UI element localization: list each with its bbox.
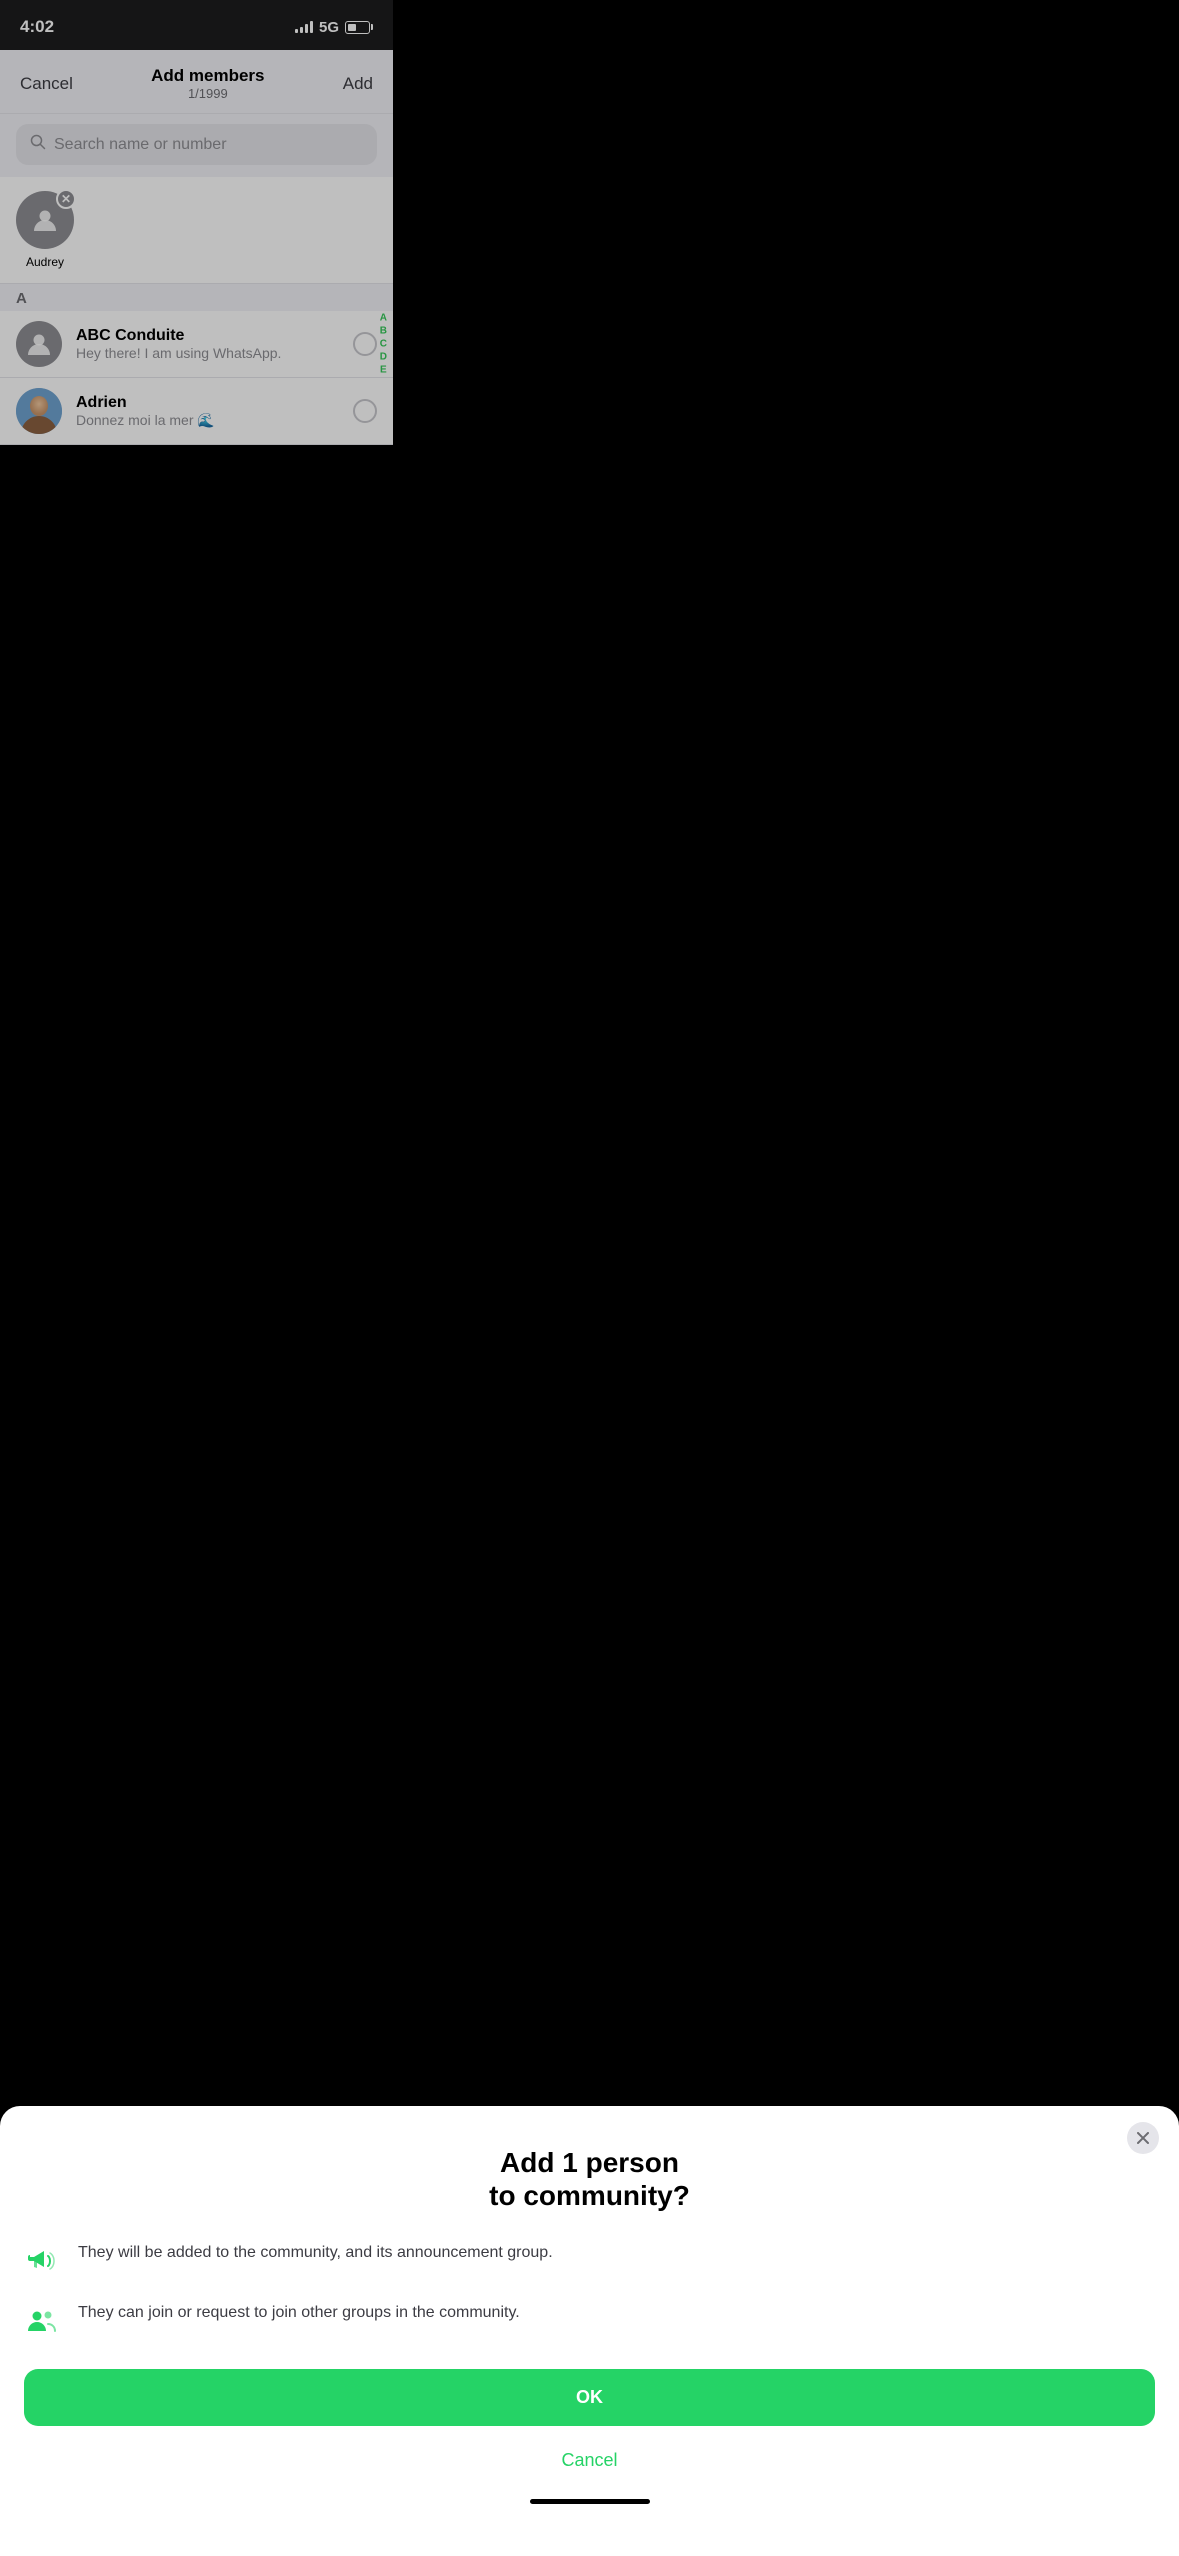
announcement-icon (24, 2243, 60, 2279)
home-indicator (24, 2491, 1155, 2516)
modal-info-rows: They will be added to the community, and… (24, 2241, 1155, 2339)
modal-overlay: Add 1 personto community? They will be a… (0, 0, 1179, 2556)
modal-sheet: Add 1 personto community? They will be a… (0, 2106, 1179, 2556)
ok-button[interactable]: OK (24, 2369, 1155, 2426)
modal-info-row-1: They will be added to the community, and… (24, 2241, 1155, 2279)
modal-close-button[interactable] (1127, 2122, 1159, 2154)
modal-info-text-2: They can join or request to join other g… (78, 2301, 1155, 2325)
home-bar (530, 2499, 650, 2504)
groups-icon (24, 2303, 60, 2339)
close-icon (1137, 2132, 1149, 2144)
modal-cancel-button[interactable]: Cancel (24, 2442, 1155, 2479)
modal-info-text-1: They will be added to the community, and… (78, 2241, 1155, 2265)
modal-info-row-2: They can join or request to join other g… (24, 2301, 1155, 2339)
modal-title: Add 1 personto community? (24, 2146, 1155, 2213)
